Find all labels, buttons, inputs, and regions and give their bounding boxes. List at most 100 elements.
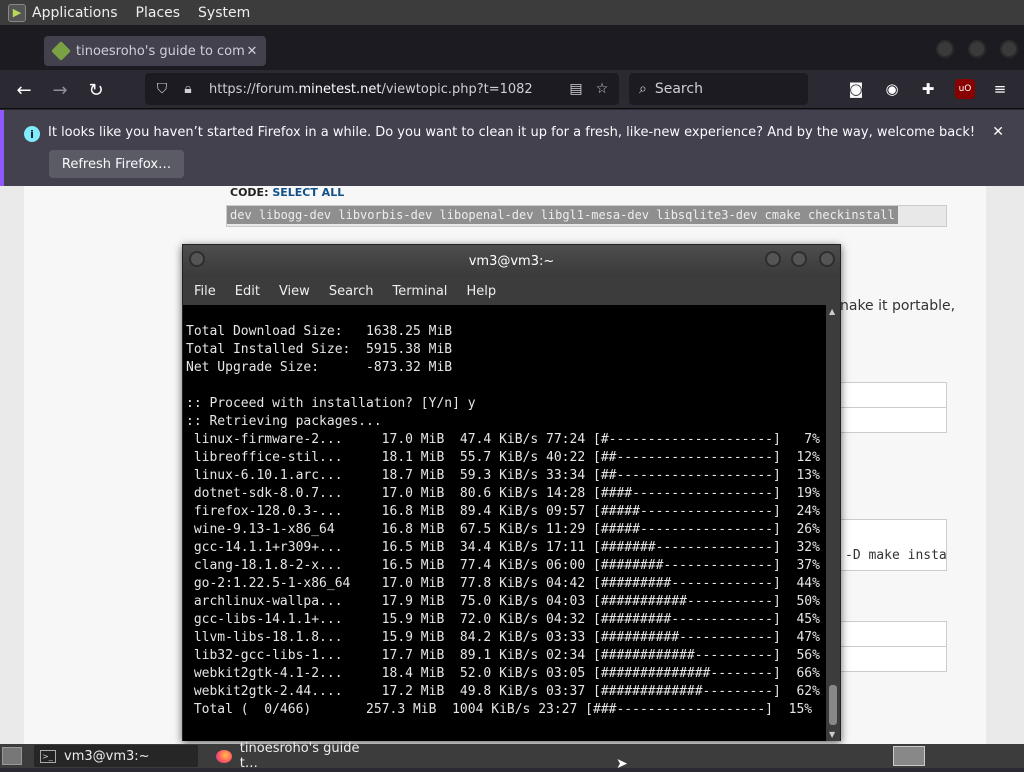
notification-message: It looks like you haven’t started Firefo… bbox=[48, 125, 976, 140]
url-path: /viewtopic.php?t=1082 bbox=[381, 81, 533, 97]
menu-places[interactable]: Places bbox=[136, 5, 181, 21]
terminal-output[interactable]: Total Download Size: 1638.25 MiB Total In… bbox=[183, 305, 826, 741]
terminal-line: dotnet-sdk-8.0.7... 17.0 MiB 80.6 KiB/s … bbox=[186, 486, 820, 501]
taskbar-item-terminal[interactable]: >_ vm3@vm3:~ bbox=[34, 745, 198, 767]
terminal-minimize-button[interactable] bbox=[765, 251, 781, 267]
terminal-line: gcc-14.1.1+r309+... 16.5 MiB 34.4 KiB/s … bbox=[186, 540, 820, 555]
terminal-line: Total ( 0/466) 257.3 MiB 1004 KiB/s 23:2… bbox=[186, 702, 813, 717]
scroll-down-icon[interactable]: ▼ bbox=[829, 730, 835, 739]
code-text: dev libogg-dev libvorbis-dev libopenal-d… bbox=[227, 206, 898, 224]
menu-system[interactable]: System bbox=[198, 5, 250, 21]
reader-view-icon[interactable]: ▤ bbox=[567, 81, 585, 97]
tab-close-icon[interactable]: ✕ bbox=[244, 44, 260, 59]
terminal-maximize-button[interactable] bbox=[791, 251, 807, 267]
terminal-line: :: Retrieving packages... bbox=[186, 414, 382, 429]
search-placeholder: Search bbox=[654, 81, 703, 97]
back-icon[interactable]: ← bbox=[12, 78, 36, 102]
taskbar-item-firefox[interactable]: tinoesroho's guide t… bbox=[210, 741, 380, 771]
bookmark-star-icon[interactable]: ☆ bbox=[593, 81, 611, 97]
forward-icon[interactable]: → bbox=[48, 78, 72, 102]
search-input[interactable]: ⌕ Search bbox=[629, 73, 808, 105]
url-bar[interactable]: ⛉ 🔒︎ https://forum.minetest.net/viewtopi… bbox=[145, 73, 619, 105]
window-menu-button[interactable] bbox=[189, 251, 205, 267]
menu-search[interactable]: Search bbox=[329, 284, 374, 299]
terminal-title: vm3@vm3:~ bbox=[468, 253, 555, 269]
tab-title: tinoesroho's guide to comp bbox=[76, 43, 244, 59]
extensions-icon[interactable]: ✚ bbox=[918, 79, 938, 99]
terminal-line: Total Installed Size: 5915.38 MiB bbox=[186, 342, 453, 357]
terminal-line: linux-6.10.1.arc... 18.7 MiB 59.3 KiB/s … bbox=[186, 468, 820, 483]
terminal-scrollbar[interactable]: ▲ ▼ bbox=[826, 305, 840, 741]
minimize-window-button[interactable] bbox=[936, 40, 954, 58]
terminal-icon: >_ bbox=[40, 749, 56, 763]
menu-applications[interactable]: Applications bbox=[32, 5, 118, 21]
code-label-text: CODE: bbox=[230, 186, 273, 199]
menu-hamburger-icon[interactable]: ≡ bbox=[990, 79, 1010, 99]
scroll-up-icon[interactable]: ▲ bbox=[829, 307, 835, 316]
bottom-taskbar: >_ vm3@vm3:~ tinoesroho's guide t… ➤ bbox=[0, 741, 1024, 772]
url-prefix: https://forum. bbox=[209, 81, 299, 97]
terminal-line: libreoffice-stil... 18.1 MiB 55.7 KiB/s … bbox=[186, 450, 820, 465]
code-label: CODE: SELECT ALL bbox=[230, 186, 344, 199]
url-host: minetest.net bbox=[298, 81, 382, 97]
account-icon[interactable]: ◉ bbox=[882, 79, 902, 99]
menu-file[interactable]: File bbox=[194, 284, 216, 299]
menu-view[interactable]: View bbox=[279, 284, 310, 299]
refresh-firefox-button[interactable]: Refresh Firefox… bbox=[49, 150, 184, 178]
select-all-link[interactable]: SELECT ALL bbox=[272, 186, 344, 199]
code-block[interactable]: dev libogg-dev libvorbis-dev libopenal-d… bbox=[226, 205, 947, 227]
menu-terminal[interactable]: Terminal bbox=[392, 284, 447, 299]
terminal-line: linux-firmware-2... 17.0 MiB 47.4 KiB/s … bbox=[186, 432, 820, 447]
post-text-fragment: nake it portable, bbox=[840, 298, 956, 314]
terminal-line: go-2:1.22.5-1-x86_64 17.0 MiB 77.8 KiB/s… bbox=[186, 576, 820, 591]
reload-icon[interactable]: ↻ bbox=[84, 78, 108, 102]
ublock-icon[interactable]: uO bbox=[955, 79, 975, 99]
scrollbar-thumb[interactable] bbox=[829, 685, 837, 725]
terminal-line: webkit2gtk-2.44.... 17.2 MiB 49.8 KiB/s … bbox=[186, 684, 820, 699]
url-text[interactable]: https://forum.minetest.net/viewtopic.php… bbox=[209, 82, 559, 97]
terminal-line: lib32-gcc-libs-1... 17.7 MiB 89.1 KiB/s … bbox=[186, 648, 820, 663]
terminal-menubar: File Edit View Search Terminal Help bbox=[183, 277, 840, 305]
pocket-icon[interactable]: ◙ bbox=[846, 79, 866, 99]
tracking-shield-icon[interactable]: ⛉ bbox=[153, 81, 171, 97]
terminal-line: firefox-128.0.3-... 16.8 MiB 89.4 KiB/s … bbox=[186, 504, 820, 519]
taskbar-firefox-label: tinoesroho's guide t… bbox=[239, 741, 360, 771]
menu-help[interactable]: Help bbox=[466, 284, 496, 299]
terminal-window[interactable]: vm3@vm3:~ File Edit View Search Terminal… bbox=[182, 244, 841, 741]
workspace-switcher[interactable] bbox=[893, 746, 925, 766]
mouse-cursor-icon: ➤ bbox=[616, 756, 628, 772]
taskbar-terminal-label: vm3@vm3:~ bbox=[64, 748, 150, 764]
terminal-line: Total Download Size: 1638.25 MiB bbox=[186, 324, 453, 339]
firefox-refresh-notification: i It looks like you haven’t started Fire… bbox=[0, 110, 1024, 186]
terminal-line: :: Proceed with installation? [Y/n] y bbox=[186, 396, 476, 411]
nav-bar: ← → ↻ ⛉ 🔒︎ https://forum.minetest.net/vi… bbox=[0, 70, 1024, 109]
search-icon: ⌕ bbox=[639, 81, 647, 97]
terminal-line: llvm-libs-18.1.8... 15.9 MiB 84.2 KiB/s … bbox=[186, 630, 820, 645]
close-window-button[interactable] bbox=[1000, 40, 1018, 58]
terminal-line: gcc-libs-14.1.1+... 15.9 MiB 72.0 KiB/s … bbox=[186, 612, 820, 627]
applications-icon[interactable]: ▶ bbox=[8, 3, 26, 22]
terminal-line: archlinux-wallpa... 17.9 MiB 75.0 KiB/s … bbox=[186, 594, 820, 609]
maximize-window-button[interactable] bbox=[968, 40, 986, 58]
lock-icon[interactable]: 🔒︎ bbox=[179, 81, 197, 97]
code-fragment: -D make insta bbox=[845, 548, 947, 563]
post-box bbox=[840, 621, 947, 647]
terminal-close-button[interactable] bbox=[819, 251, 835, 267]
post-box bbox=[840, 382, 947, 408]
post-box bbox=[840, 407, 947, 433]
firefox-icon bbox=[216, 749, 232, 763]
terminal-line: wine-9.13-1-x86_64 16.8 MiB 67.5 KiB/s 1… bbox=[186, 522, 820, 537]
notification-close-icon[interactable]: ✕ bbox=[992, 124, 1004, 140]
terminal-line: Net Upgrade Size: -873.32 MiB bbox=[186, 360, 453, 375]
show-desktop-button[interactable] bbox=[2, 747, 22, 765]
menu-edit[interactable]: Edit bbox=[235, 284, 260, 299]
terminal-titlebar[interactable]: vm3@vm3:~ bbox=[183, 245, 840, 277]
post-box bbox=[840, 646, 947, 672]
terminal-line: webkit2gtk-4.1-2... 18.4 MiB 52.0 KiB/s … bbox=[186, 666, 820, 681]
browser-tab[interactable]: tinoesroho's guide to comp ✕ bbox=[44, 36, 266, 66]
minetest-favicon-icon bbox=[51, 41, 71, 61]
info-icon: i bbox=[24, 126, 40, 142]
top-panel: ▶ Applications Places System bbox=[0, 0, 1024, 25]
terminal-line: clang-18.1.8-2-x... 16.5 MiB 77.4 KiB/s … bbox=[186, 558, 820, 573]
